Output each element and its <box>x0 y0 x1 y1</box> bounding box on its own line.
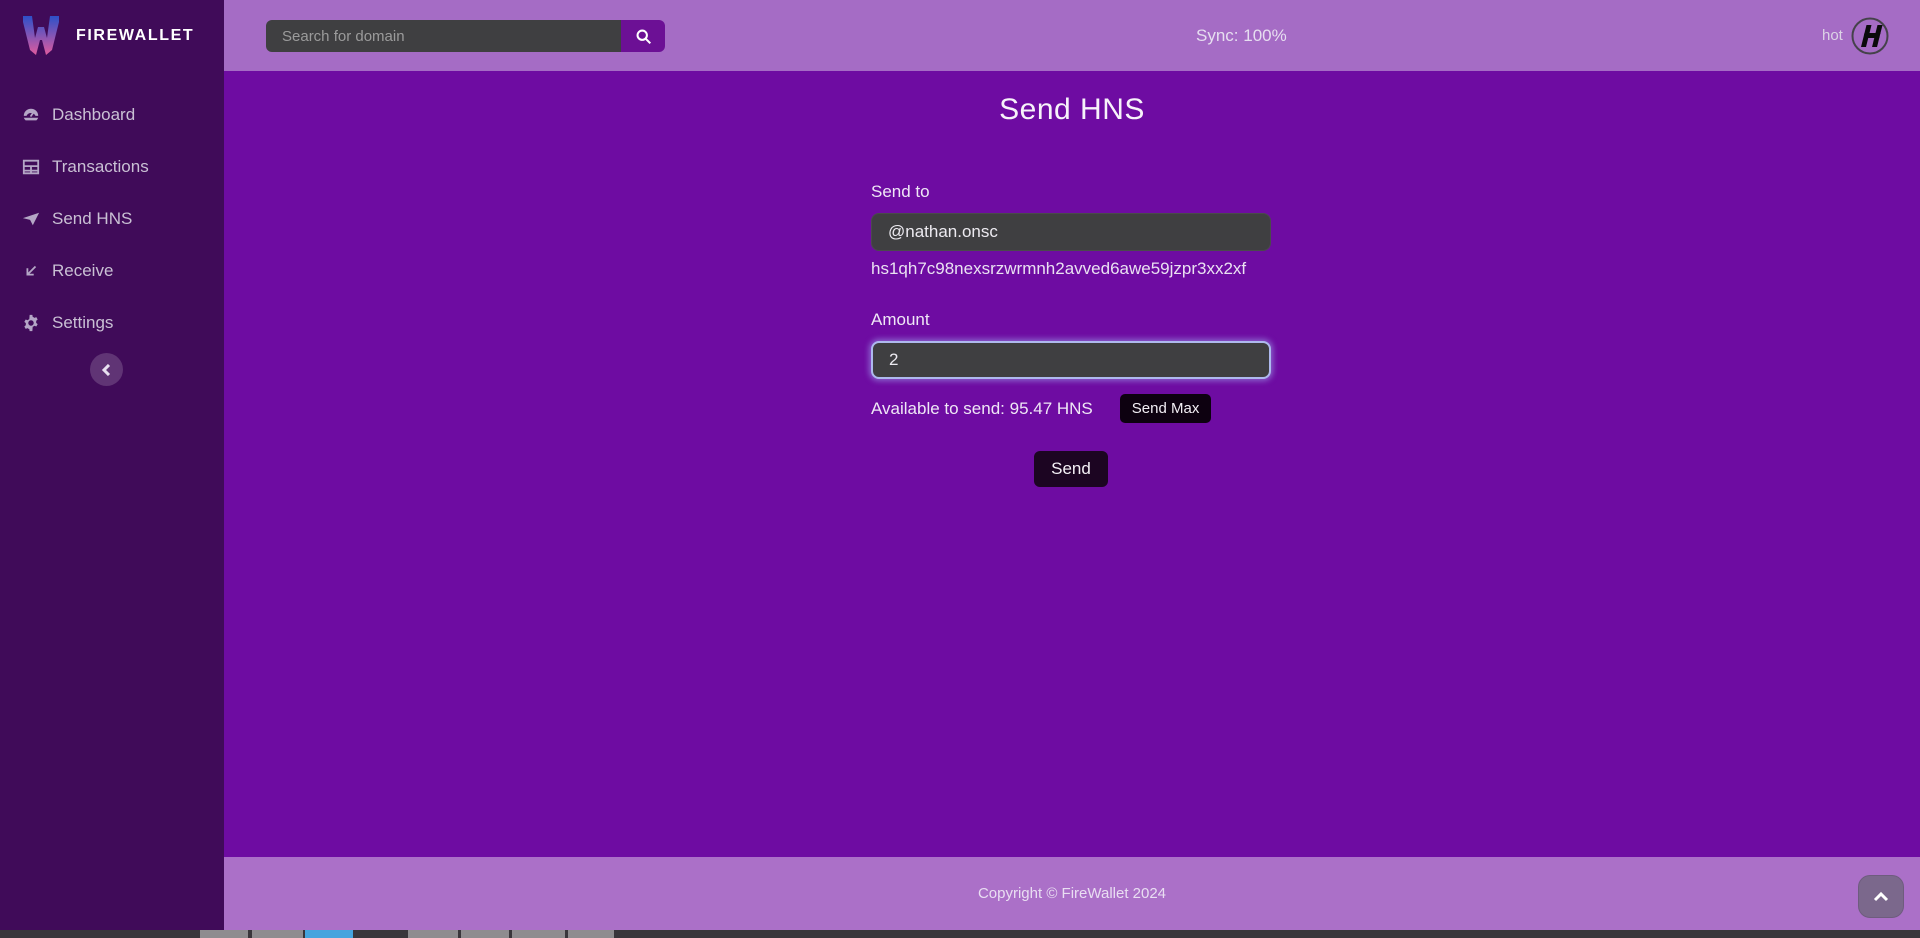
sidebar-item-label: Dashboard <box>52 105 135 125</box>
sidebar: FIREWALLET Dashboard Transactions Send H… <box>0 0 224 930</box>
search-button[interactable] <box>621 20 665 52</box>
taskbar-item[interactable] <box>200 930 248 938</box>
firewallet-logo-icon <box>21 14 61 57</box>
sidebar-collapse-button[interactable] <box>90 353 123 386</box>
sidebar-item-receive[interactable]: Receive <box>0 245 224 297</box>
sidebar-item-send-hns[interactable]: Send HNS <box>0 193 224 245</box>
sidebar-nav: Dashboard Transactions Send HNS Receive … <box>0 89 224 349</box>
chevron-left-icon <box>101 364 113 376</box>
wallet-name-label: hot <box>1822 0 1843 71</box>
taskbar-item[interactable] <box>252 930 303 938</box>
sidebar-item-label: Settings <box>52 313 113 333</box>
sync-status: Sync: 100% <box>1196 0 1287 71</box>
brand-name: FIREWALLET <box>76 27 194 45</box>
gauge-icon <box>21 105 41 125</box>
taskbar-item[interactable] <box>568 930 614 938</box>
sidebar-item-dashboard[interactable]: Dashboard <box>0 89 224 141</box>
available-balance: Available to send: 95.47 HNS <box>871 399 1093 419</box>
hns-logo-icon[interactable] <box>1851 17 1889 55</box>
sidebar-item-label: Receive <box>52 261 113 281</box>
main-content: Send HNS Send to hs1qh7c98nexsrzwrmnh2av… <box>224 71 1920 857</box>
taskbar <box>0 930 1920 938</box>
taskbar-item[interactable] <box>408 930 458 938</box>
domain-search <box>266 20 665 52</box>
sidebar-item-label: Transactions <box>52 157 149 177</box>
send-button[interactable]: Send <box>1034 451 1108 487</box>
gear-icon <box>21 313 41 333</box>
chevron-up-icon <box>1873 889 1889 905</box>
table-icon <box>21 157 41 177</box>
search-icon <box>635 28 652 45</box>
send-to-input[interactable] <box>871 213 1271 251</box>
sidebar-item-settings[interactable]: Settings <box>0 297 224 349</box>
taskbar-item[interactable] <box>461 930 509 938</box>
page-title: Send HNS <box>224 93 1920 127</box>
paper-plane-icon <box>21 209 41 229</box>
taskbar-item-active[interactable] <box>305 930 353 938</box>
scroll-to-top-button[interactable] <box>1858 875 1904 918</box>
send-form: Send to hs1qh7c98nexsrzwrmnh2avved6awe59… <box>871 182 1271 487</box>
sidebar-item-label: Send HNS <box>52 209 132 229</box>
search-input[interactable] <box>266 20 621 52</box>
copyright-text: Copyright © FireWallet 2024 <box>978 885 1166 902</box>
brand[interactable]: FIREWALLET <box>0 0 224 71</box>
resolved-address: hs1qh7c98nexsrzwrmnh2avved6awe59jzpr3xx2… <box>871 259 1271 279</box>
amount-label: Amount <box>871 310 1271 330</box>
sidebar-item-transactions[interactable]: Transactions <box>0 141 224 193</box>
footer: Copyright © FireWallet 2024 <box>224 857 1920 930</box>
topbar: Sync: 100% hot <box>224 0 1920 71</box>
send-max-button[interactable]: Send Max <box>1120 394 1212 423</box>
available-row: Available to send: 95.47 HNS Send Max <box>871 394 1271 423</box>
taskbar-item[interactable] <box>512 930 565 938</box>
send-to-label: Send to <box>871 182 1271 202</box>
arrow-down-left-icon <box>21 261 41 281</box>
amount-input[interactable] <box>871 341 1271 379</box>
